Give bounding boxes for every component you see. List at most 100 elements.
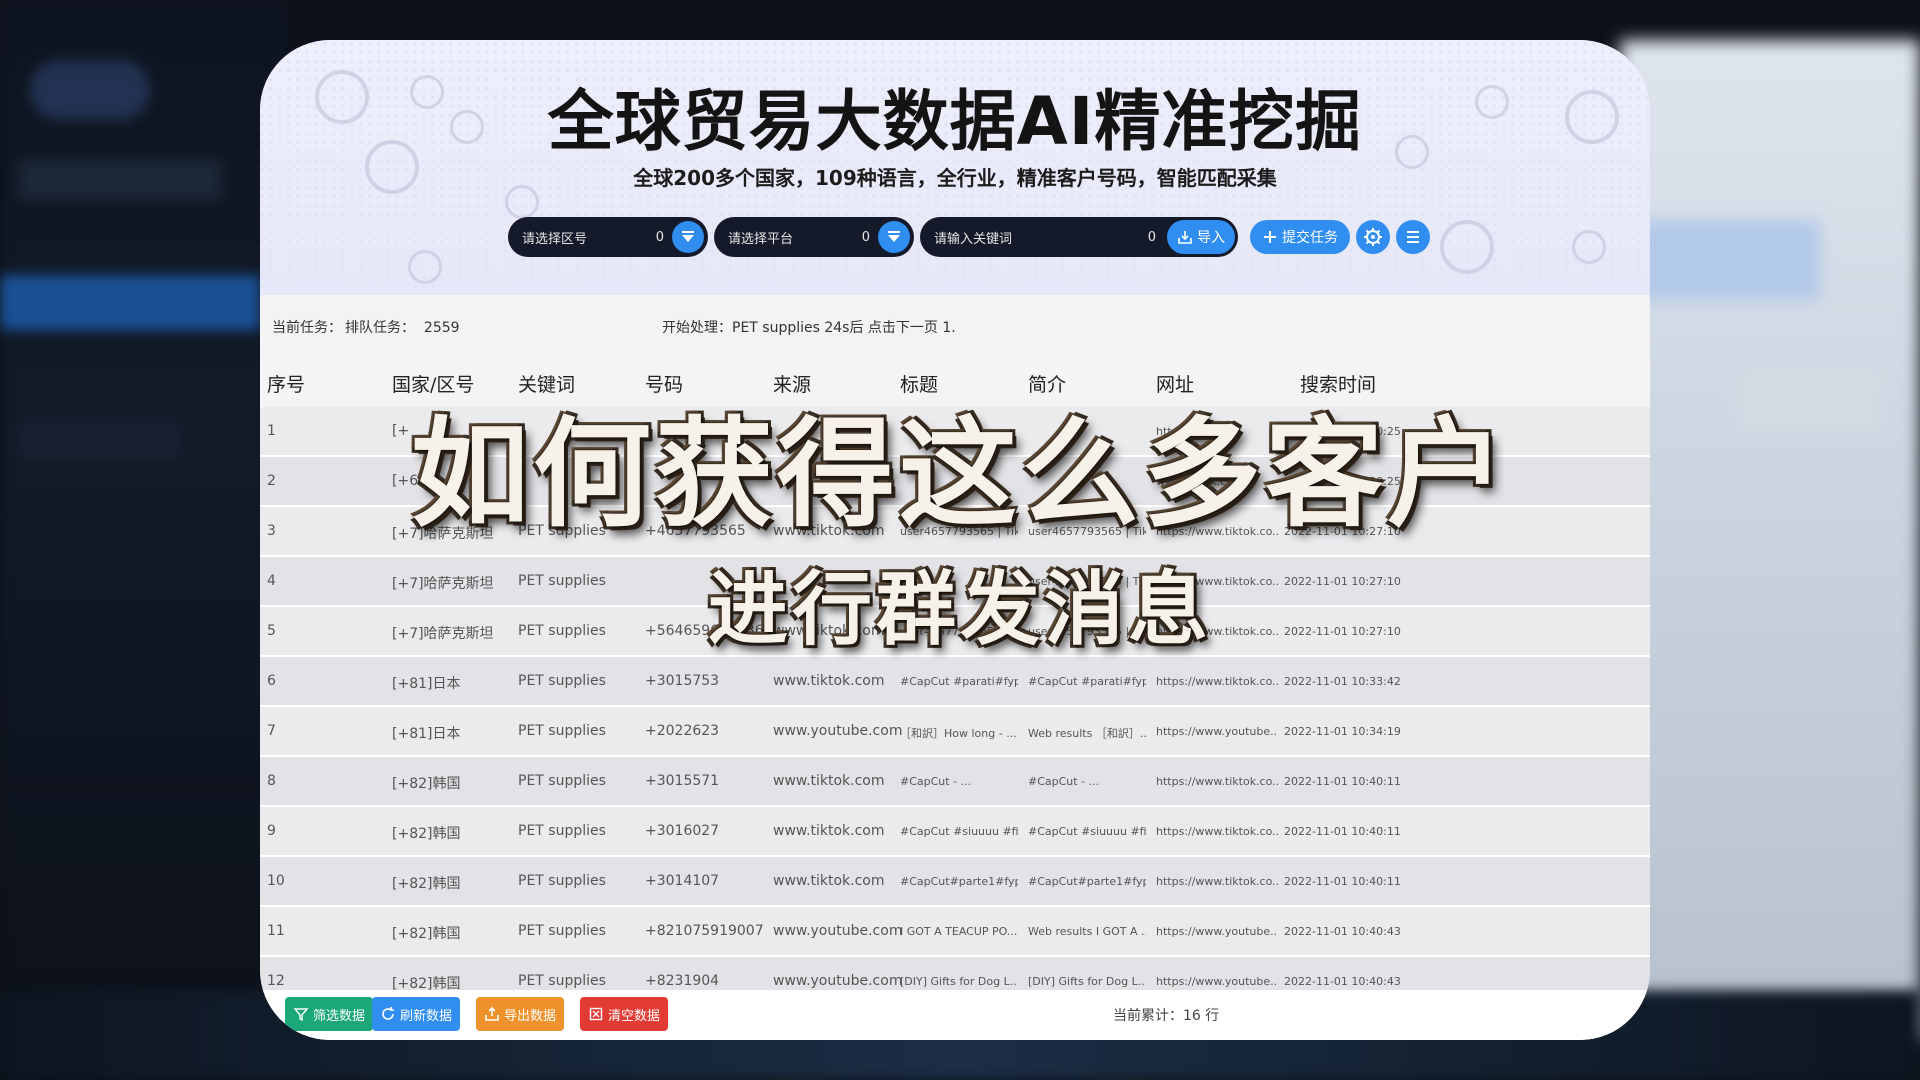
settings-button[interactable] <box>1356 220 1390 254</box>
cell-source: www.youtube.com <box>773 973 903 989</box>
table-row[interactable]: 10 [+82]韩国 PET supplies +3014107 www.tik… <box>260 857 1650 907</box>
cell-index: 6 <box>267 673 276 689</box>
dropdown-icon[interactable] <box>878 221 910 253</box>
keyword-input[interactable]: 请输入关键词 0 导入 <box>920 217 1238 257</box>
cell-country: [+82]韩国 <box>392 826 461 842</box>
refresh-data-button[interactable]: 刷新数据 <box>372 997 461 1031</box>
whatsapp-icon <box>1440 220 1494 274</box>
cell-index: 9 <box>267 823 276 839</box>
clear-icon <box>589 1007 603 1021</box>
cell-number: +2022623 <box>645 723 720 739</box>
cell-country: [+81]日本 <box>392 676 461 692</box>
cell-country: [+81]日本 <box>392 726 461 742</box>
cell-source: www.youtube.com <box>773 723 903 739</box>
cell-time: 2022-11-01 10:40:11 <box>1284 825 1401 838</box>
cell-number: +821075919007 <box>645 923 764 939</box>
filter-data-button[interactable]: 筛选数据 <box>285 997 374 1031</box>
import-button[interactable]: 导入 <box>1167 220 1235 254</box>
cell-summary: Web results ［和訳］... <box>1028 727 1146 740</box>
cell-url[interactable]: https://www.youtube... <box>1156 725 1278 738</box>
cell-keyword: PET supplies <box>518 873 606 889</box>
refresh-data-label: 刷新数据 <box>400 1008 453 1024</box>
cell-title: #CapCut #siuuuu #fi... <box>900 825 1018 838</box>
filter-data-label: 筛选数据 <box>313 1008 366 1024</box>
cell-time: 2022-11-01 10:33:42 <box>1284 675 1401 688</box>
cell-url[interactable]: https://www.tiktok.co... <box>1156 825 1278 838</box>
cell-title: #CapCut #parati#fyp... <box>900 675 1018 688</box>
table-row[interactable]: 8 [+82]韩国 PET supplies +3015571 www.tikt… <box>260 757 1650 807</box>
cell-url[interactable]: https://www.tiktok.co... <box>1156 775 1278 788</box>
cell-number: +3014107 <box>645 873 720 889</box>
cell-summary: #CapCut #parati#fyp... <box>1028 675 1146 688</box>
clear-data-button[interactable]: 清空数据 <box>580 997 669 1031</box>
cell-source: www.tiktok.com <box>773 823 885 839</box>
clear-data-label: 清空数据 <box>608 1008 661 1024</box>
region-select-placeholder: 请选择区号 <box>522 231 588 247</box>
cell-summary: #CapCut#parte1#fyp... <box>1028 875 1146 888</box>
cell-source: www.tiktok.com <box>773 873 885 889</box>
cell-title: #CapCut#parte1#fyp... <box>900 875 1018 888</box>
cell-keyword: PET supplies <box>518 673 606 689</box>
import-icon <box>1178 231 1192 244</box>
gear-icon <box>1364 228 1382 246</box>
cell-title: #CapCut - ... <box>900 775 972 788</box>
queue-count: 2559 <box>423 320 460 336</box>
cell-time: 2022-11-01 10:40:11 <box>1284 775 1401 788</box>
table-row[interactable]: 9 [+82]韩国 PET supplies +3016027 www.tikt… <box>260 807 1650 857</box>
platform-select-count: 0 <box>861 229 870 245</box>
cell-summary: Web results I GOT A ... <box>1028 925 1146 938</box>
region-select[interactable]: 请选择区号 0 <box>508 217 708 257</box>
cell-index: 10 <box>267 873 285 889</box>
cell-number: +3016027 <box>645 823 720 839</box>
cell-index: 7 <box>267 723 276 739</box>
overlay-caption-sub: 进行群发消息 <box>708 563 1212 656</box>
dropdown-icon[interactable] <box>672 221 704 253</box>
cell-title: I GOT A TEACUP PO... <box>900 925 1018 938</box>
export-data-label: 导出数据 <box>504 1008 557 1024</box>
cell-number: +3015571 <box>645 773 720 789</box>
globe-icon <box>1572 230 1606 264</box>
table-row[interactable]: 11 [+82]韩国 PET supplies +821075919007 ww… <box>260 907 1650 957</box>
submit-task-button[interactable]: 提交任务 <box>1250 220 1350 254</box>
export-data-button[interactable]: 导出数据 <box>476 997 565 1031</box>
status-bar: 当前任务： 排队任务： 2559 开始处理：PET supplies 24s后 … <box>260 295 1650 355</box>
cell-keyword: PET supplies <box>518 723 606 739</box>
cell-country: [+82]韩国 <box>392 876 461 892</box>
cell-time: 2022-11-01 10:40:43 <box>1284 925 1401 938</box>
platform-select[interactable]: 请选择平台 0 <box>714 217 914 257</box>
cell-source: www.tiktok.com <box>773 773 885 789</box>
cell-url[interactable]: https://www.tiktok.co... <box>1156 875 1278 888</box>
platform-select-placeholder: 请选择平台 <box>728 231 794 247</box>
processing-text: 开始处理：PET supplies 24s后 点击下一页 1. <box>662 320 956 336</box>
globe-icon <box>408 250 442 284</box>
cell-index: 11 <box>267 923 285 939</box>
table-row[interactable]: 6 [+81]日本 PET supplies +3015753 www.tikt… <box>260 657 1650 707</box>
cell-source: www.youtube.com <box>773 923 903 939</box>
total-rows-text: 当前累计：16 行 <box>1113 1008 1220 1024</box>
hero-header: 全球贸易大数据AI精准挖掘 全球200多个国家，109种语言，全行业，精准客户号… <box>260 40 1650 295</box>
refresh-icon <box>382 1007 394 1020</box>
region-select-count: 0 <box>655 229 664 245</box>
cell-country: [+82]韩国 <box>392 776 461 792</box>
cell-url[interactable]: https://www.youtube... <box>1156 925 1278 938</box>
current-task-label: 当前任务： <box>272 320 342 336</box>
plus-icon <box>1264 231 1276 243</box>
cell-time: 2022-11-01 10:40:11 <box>1284 875 1401 888</box>
submit-task-label: 提交任务 <box>1282 230 1338 246</box>
cell-title: [DIY] Gifts for Dog L... <box>900 975 1018 988</box>
cell-country: [+82]韩国 <box>392 926 461 942</box>
overlay-caption-main: 如何获得这么多客户 <box>410 405 1509 543</box>
cell-number: +8231904 <box>645 973 720 989</box>
cell-keyword: PET supplies <box>518 923 606 939</box>
list-button[interactable] <box>1396 220 1430 254</box>
cell-time: 2022-11-01 10:40:43 <box>1284 975 1401 988</box>
cell-url[interactable]: https://www.tiktok.co... <box>1156 675 1278 688</box>
cell-url[interactable]: https://www.youtube... <box>1156 975 1278 988</box>
filter-icon <box>293 1008 309 1022</box>
table-row[interactable]: 7 [+81]日本 PET supplies +2022623 www.yout… <box>260 707 1650 757</box>
cell-keyword: PET supplies <box>518 773 606 789</box>
search-toolbar: 请选择区号 0 请选择平台 0 请输入关键词 0 导入 提交任务 <box>508 217 1430 257</box>
cell-index: 12 <box>267 973 285 989</box>
list-icon <box>1407 231 1419 243</box>
footer-bar: 筛选数据 刷新数据 导出数据 清空数据 当前累计：16 行 <box>260 990 1650 1040</box>
